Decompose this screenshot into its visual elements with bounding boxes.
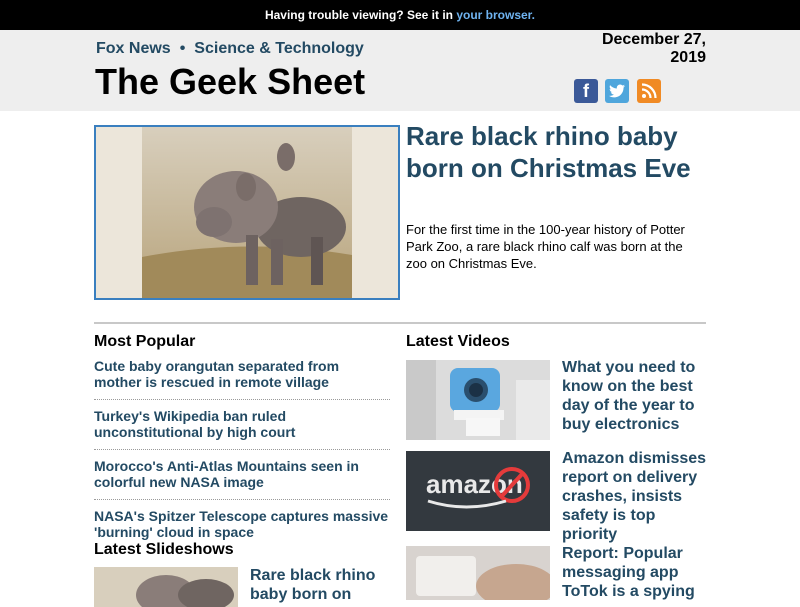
twitter-icon[interactable] <box>605 79 629 103</box>
list-divider <box>94 499 390 500</box>
newsletter-header: Fox News • Science & Technology The Geek S… <box>0 30 800 111</box>
breadcrumb-fox-news[interactable]: Fox News <box>96 40 171 57</box>
amazon-logo-text: amazon <box>426 469 523 499</box>
hero-description: For the first time in the 100-year histo… <box>406 222 685 271</box>
hero-headline-link[interactable]: Rare black rhino baby born on Christmas … <box>406 120 706 184</box>
latest-video-title[interactable]: Amazon dismisses report on delivery cras… <box>562 449 712 544</box>
video-thumbnail-camera[interactable] <box>406 360 550 440</box>
latest-video-title[interactable]: What you need to know on the best day of… <box>562 358 712 434</box>
latest-videos-heading: Latest Videos <box>406 333 510 350</box>
list-divider <box>94 399 390 400</box>
most-popular-item[interactable]: Turkey's Wikipedia ban ruled unconstitut… <box>94 408 390 440</box>
breadcrumb-separator: • <box>179 40 186 57</box>
latest-slideshows-heading: Latest Slideshows <box>94 541 234 558</box>
most-popular-item[interactable]: NASA's Spitzer Telescope captures massiv… <box>94 508 390 540</box>
video-thumbnail-phone[interactable] <box>406 546 550 600</box>
most-popular-heading: Most Popular <box>94 333 196 350</box>
newsletter-title: The Geek Sheet <box>95 61 366 102</box>
facebook-icon[interactable]: f <box>574 79 598 103</box>
video-thumbnail-amazon[interactable]: amazon <box>406 451 550 531</box>
most-popular-item[interactable]: Cute baby orangutan separated from mothe… <box>94 358 390 390</box>
view-in-browser-link[interactable]: your browser. <box>456 8 535 22</box>
trouble-viewing-bar: Having trouble viewing? See it in your b… <box>0 0 800 30</box>
section-divider <box>94 322 706 324</box>
breadcrumb: Fox News • Science & Technology <box>96 40 364 58</box>
trouble-viewing-text: Having trouble viewing? See it in <box>264 8 457 22</box>
list-divider <box>94 449 390 450</box>
most-popular-item[interactable]: Morocco's Anti-Atlas Mountains seen in c… <box>94 458 390 490</box>
issue-date: December 27, 2019 <box>601 31 706 66</box>
rss-icon[interactable] <box>637 79 661 103</box>
latest-video-title[interactable]: Report: Popular messaging app ToTok is a… <box>562 544 712 601</box>
breadcrumb-science-technology[interactable]: Science & Technology <box>194 40 364 57</box>
slideshow-thumbnail-rhino[interactable] <box>94 567 238 607</box>
slideshow-title[interactable]: Rare black rhino baby born on <box>250 566 390 604</box>
hero-rhino-image[interactable] <box>94 125 400 300</box>
